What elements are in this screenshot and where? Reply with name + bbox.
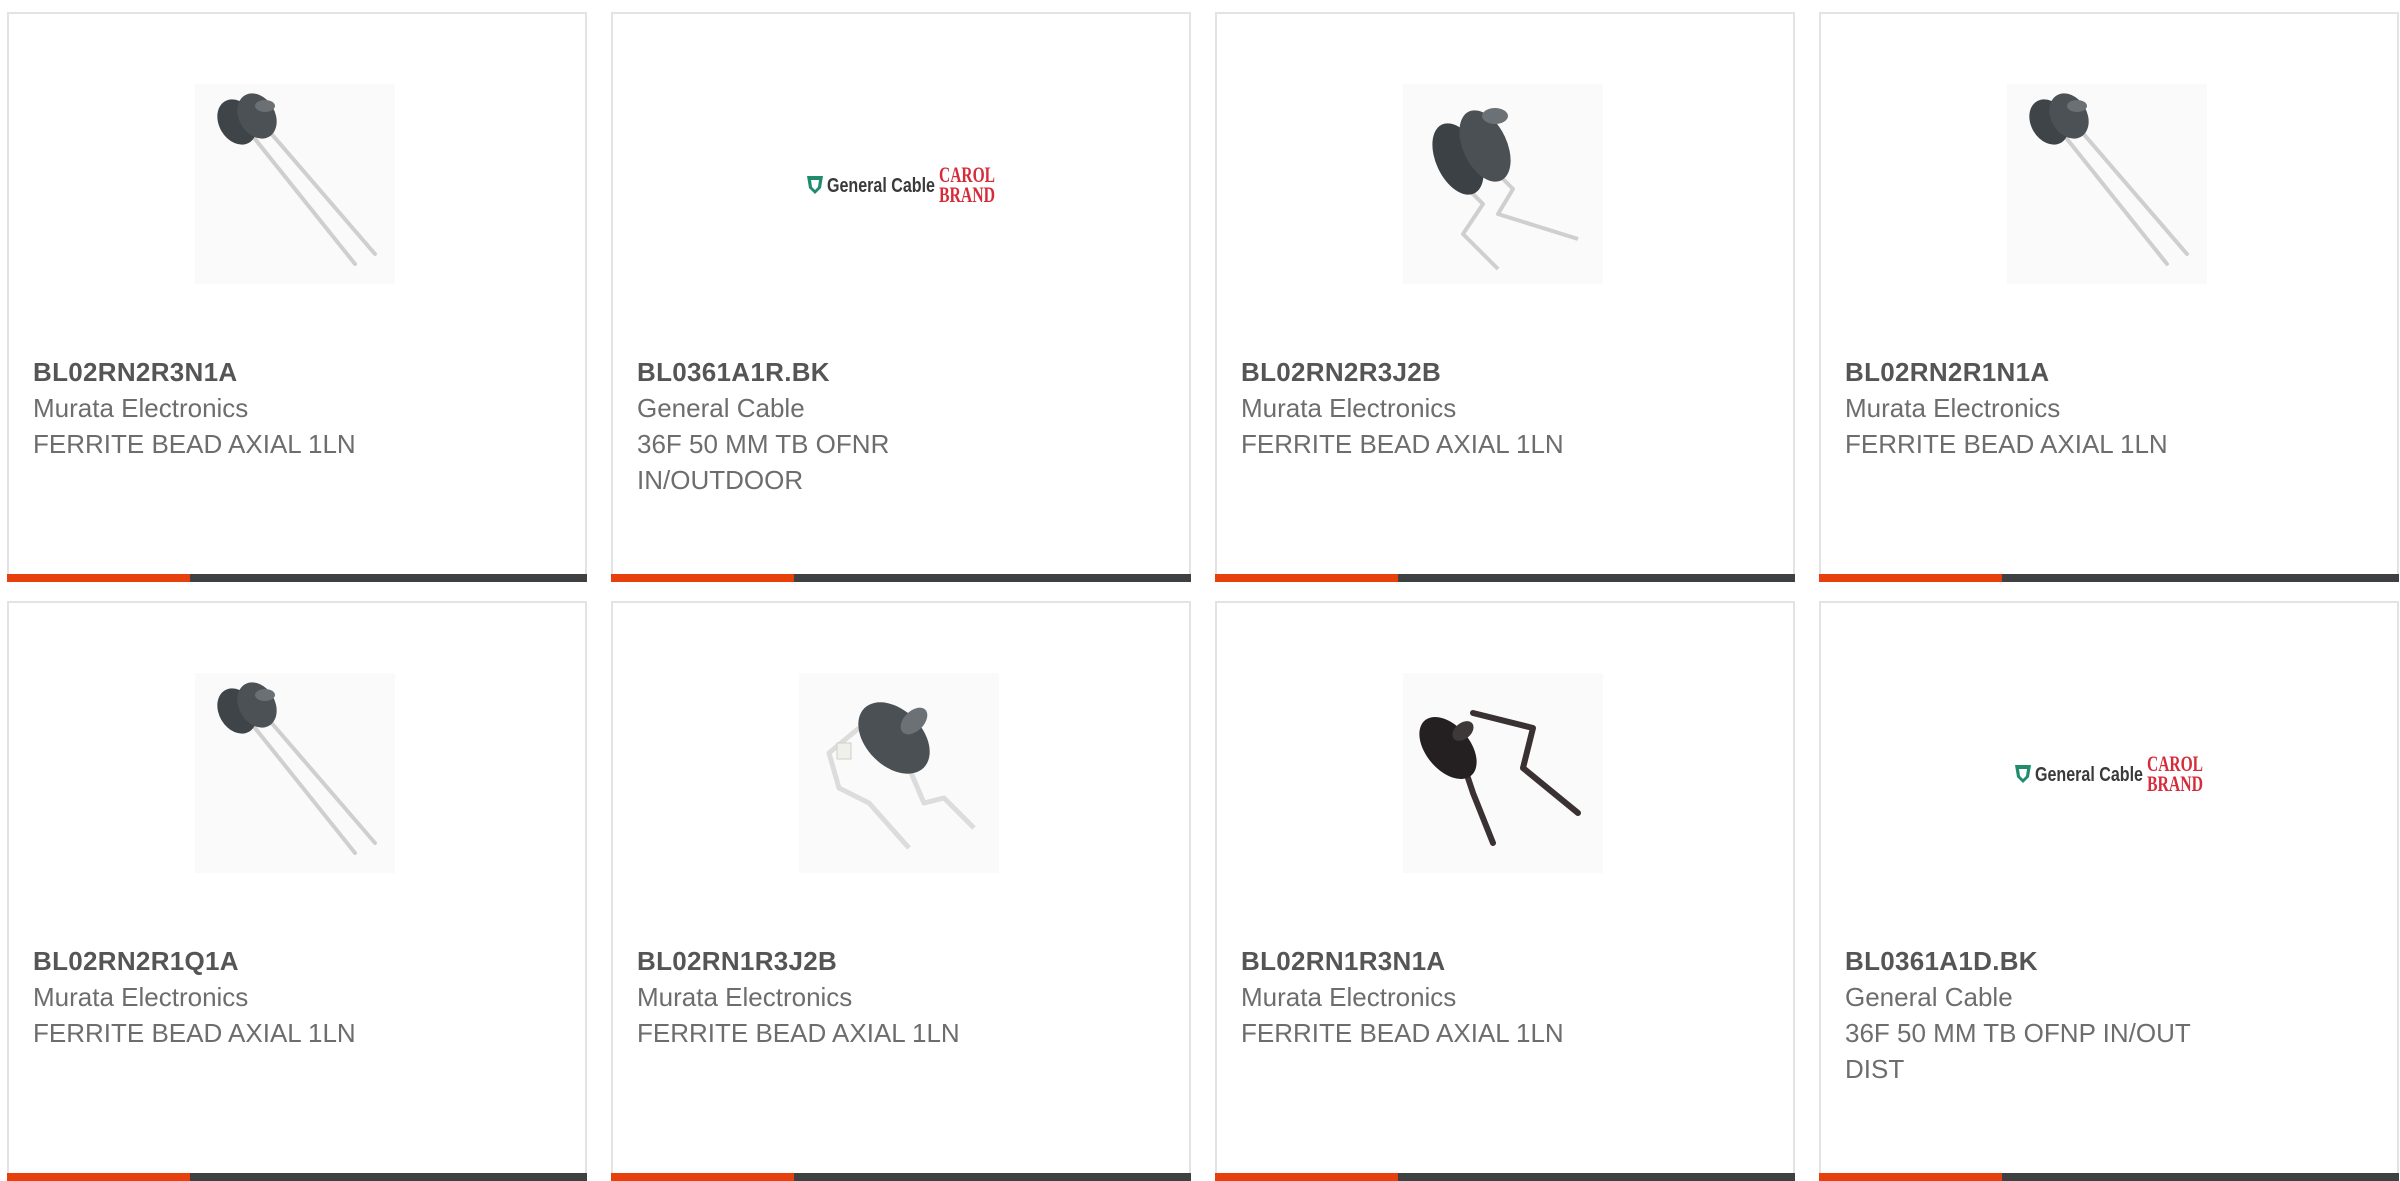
part-number[interactable]: BL0361A1D.BK	[1845, 943, 2365, 979]
product-info: BL02RN2R3J2B Murata Electronics FERRITE …	[1241, 354, 1761, 462]
card-footer-bar	[611, 1173, 1191, 1181]
manufacturer-name: Murata Electronics	[33, 393, 249, 423]
card-accent-bar	[611, 1173, 794, 1181]
product-card[interactable]: General Cable CAROL BRAND BL0361A1R.BK G…	[611, 12, 1191, 582]
manufacturer-name: Murata Electronics	[33, 982, 249, 1012]
product-card[interactable]: BL02RN2R1Q1A Murata Electronics FERRITE …	[7, 601, 587, 1181]
product-info: BL02RN2R3N1A Murata Electronics FERRITE …	[33, 354, 553, 462]
part-number[interactable]: BL02RN1R3N1A	[1241, 943, 1761, 979]
product-info: BL02RN1R3N1A Murata Electronics FERRITE …	[1241, 943, 1761, 1051]
card-footer-bar	[7, 1173, 587, 1181]
card-accent-bar	[7, 574, 190, 582]
card-footer-bar	[1215, 574, 1795, 582]
manufacturer-name: Murata Electronics	[1241, 982, 1457, 1012]
general-cable-carol-brand-logo: General Cable CAROL BRAND	[2007, 673, 2207, 873]
card-footer-bar	[1215, 1173, 1795, 1181]
ferrite-bead-double-icon	[195, 84, 395, 284]
ferrite-bead-kinked-icon	[1403, 84, 1603, 284]
card-footer-bar	[1819, 1173, 2399, 1181]
part-number[interactable]: BL02RN1R3J2B	[637, 943, 1157, 979]
product-card[interactable]: BL02RN2R3N1A Murata Electronics FERRITE …	[7, 12, 587, 582]
product-description: FERRITE BEAD AXIAL 1LN	[33, 429, 356, 459]
card-footer-bar	[611, 574, 1191, 582]
product-description: 36F 50 MM TB OFNP IN/OUT DIST	[1845, 1018, 2191, 1084]
ferrite-bead-black-icon	[1403, 673, 1603, 873]
product-description: 36F 50 MM TB OFNR IN/OUTDOOR	[637, 429, 890, 495]
product-card[interactable]: BL02RN1R3J2B Murata Electronics FERRITE …	[611, 601, 1191, 1181]
product-info: BL0361A1D.BK General Cable 36F 50 MM TB …	[1845, 943, 2365, 1087]
product-card[interactable]: BL02RN1R3N1A Murata Electronics FERRITE …	[1215, 601, 1795, 1181]
manufacturer-name: Murata Electronics	[1241, 393, 1457, 423]
general-cable-carol-brand-logo: General Cable CAROL BRAND	[799, 84, 999, 284]
part-number[interactable]: BL02RN2R3J2B	[1241, 354, 1761, 390]
product-grid: BL02RN2R3N1A Murata Electronics FERRITE …	[0, 0, 2400, 1181]
svg-text:General Cable: General Cable	[827, 175, 935, 197]
part-number[interactable]: BL0361A1R.BK	[637, 354, 1157, 390]
product-card[interactable]: BL02RN2R1N1A Murata Electronics FERRITE …	[1819, 12, 2399, 582]
card-footer-bar	[1819, 574, 2399, 582]
product-description: FERRITE BEAD AXIAL 1LN	[33, 1018, 356, 1048]
manufacturer-name: General Cable	[637, 393, 805, 423]
card-accent-bar	[1215, 574, 1398, 582]
ferrite-bead-single-kinked-icon	[799, 673, 999, 873]
card-footer-bar	[7, 574, 587, 582]
product-description: FERRITE BEAD AXIAL 1LN	[1845, 429, 2168, 459]
product-card[interactable]: BL02RN2R3J2B Murata Electronics FERRITE …	[1215, 12, 1795, 582]
card-accent-bar	[1215, 1173, 1398, 1181]
product-description: FERRITE BEAD AXIAL 1LN	[1241, 429, 1564, 459]
svg-text:BRAND: BRAND	[2147, 771, 2203, 796]
svg-text:General Cable: General Cable	[2035, 764, 2143, 786]
product-card[interactable]: General Cable CAROL BRAND BL0361A1D.BK G…	[1819, 601, 2399, 1181]
manufacturer-name: General Cable	[1845, 982, 2013, 1012]
svg-text:BRAND: BRAND	[939, 182, 995, 207]
part-number[interactable]: BL02RN2R1Q1A	[33, 943, 553, 979]
part-number[interactable]: BL02RN2R3N1A	[33, 354, 553, 390]
manufacturer-name: Murata Electronics	[1845, 393, 2061, 423]
card-accent-bar	[1819, 574, 2002, 582]
product-description: FERRITE BEAD AXIAL 1LN	[1241, 1018, 1564, 1048]
product-description: FERRITE BEAD AXIAL 1LN	[637, 1018, 960, 1048]
card-accent-bar	[611, 574, 794, 582]
manufacturer-name: Murata Electronics	[637, 982, 853, 1012]
product-info: BL02RN2R1Q1A Murata Electronics FERRITE …	[33, 943, 553, 1051]
product-info: BL02RN1R3J2B Murata Electronics FERRITE …	[637, 943, 1157, 1051]
card-accent-bar	[7, 1173, 190, 1181]
part-number[interactable]: BL02RN2R1N1A	[1845, 354, 2365, 390]
ferrite-bead-double-icon	[195, 673, 395, 873]
product-info: BL02RN2R1N1A Murata Electronics FERRITE …	[1845, 354, 2365, 462]
card-accent-bar	[1819, 1173, 2002, 1181]
product-info: BL0361A1R.BK General Cable 36F 50 MM TB …	[637, 354, 1157, 498]
ferrite-bead-double-icon	[2007, 84, 2207, 284]
